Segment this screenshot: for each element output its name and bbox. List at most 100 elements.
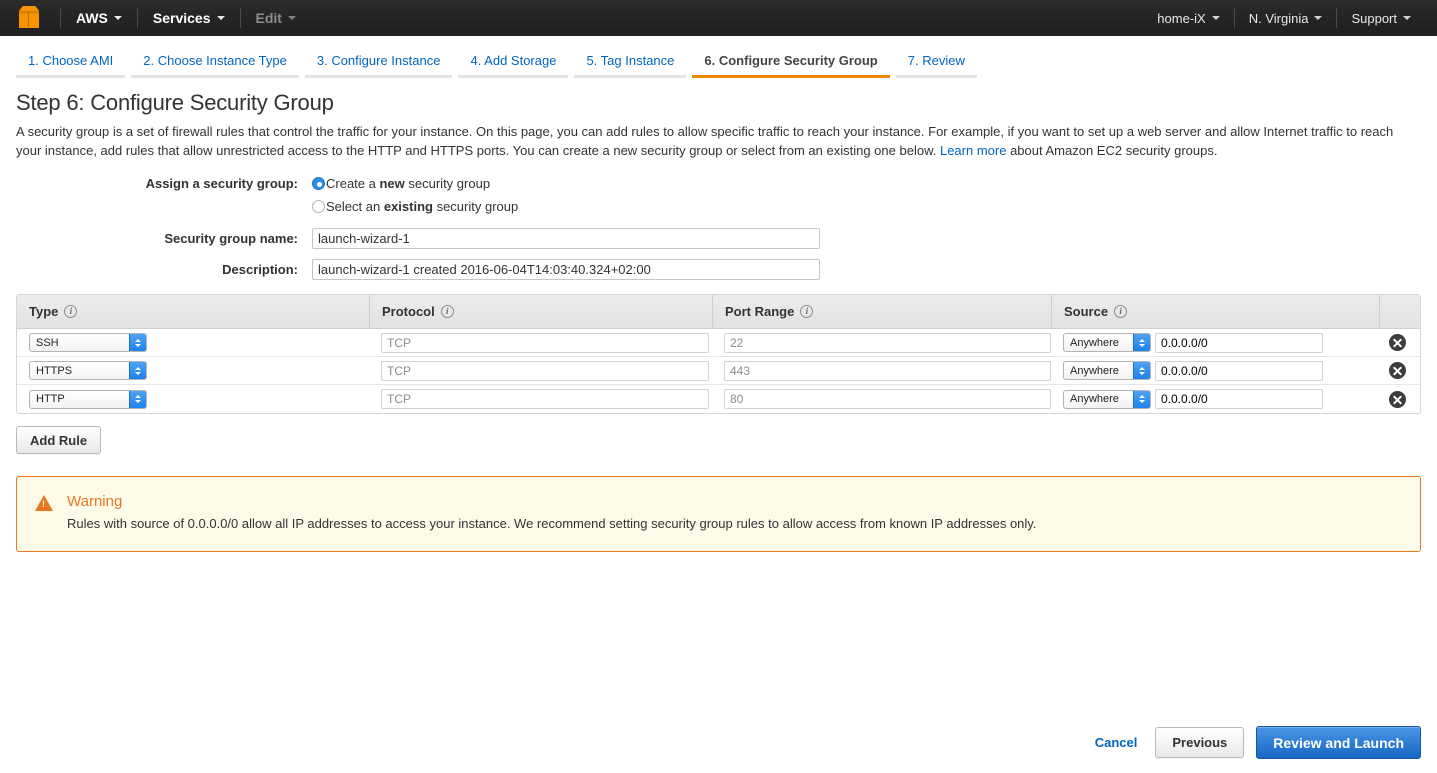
nav-divider bbox=[60, 8, 61, 28]
rule-type-select-value: HTTP bbox=[36, 393, 65, 405]
add-rule-button[interactable]: Add Rule bbox=[16, 426, 102, 454]
nav-right-group: home-iX N. Virginia Support bbox=[1145, 0, 1423, 36]
previous-button[interactable]: Previous bbox=[1155, 727, 1245, 758]
radio-create-new-input[interactable] bbox=[312, 177, 325, 190]
security-group-name-input[interactable] bbox=[312, 228, 820, 249]
rule-type-select-value: SSH bbox=[36, 336, 59, 349]
tab-choose-ami[interactable]: 1. Choose AMI bbox=[16, 49, 126, 78]
nav-menu-edit[interactable]: Edit bbox=[243, 0, 309, 36]
tab-choose-instance-type[interactable]: 2. Choose Instance Type bbox=[131, 49, 299, 78]
wizard-step-tabs: 1. Choose AMI 2. Choose Instance Type 3.… bbox=[0, 36, 1437, 78]
rule-cidr-input[interactable] bbox=[1155, 389, 1323, 409]
rule-source-cell: Anywhere bbox=[1051, 332, 1379, 353]
rule-cidr-input[interactable] bbox=[1155, 332, 1323, 353]
radio-option-create-new[interactable]: Create a new security group bbox=[312, 176, 490, 191]
info-icon[interactable]: i bbox=[1114, 305, 1128, 318]
warning-title: Warning bbox=[67, 493, 123, 510]
delete-rule-icon[interactable] bbox=[1389, 334, 1406, 351]
rule-cidr-input[interactable] bbox=[1155, 360, 1323, 381]
rule-protocol-input bbox=[381, 332, 709, 353]
radio-option-select-existing[interactable]: Select an existing security group bbox=[312, 199, 518, 214]
rule-port-cell bbox=[712, 389, 1051, 409]
rule-delete-cell bbox=[1379, 329, 1420, 357]
select-stepper-icon bbox=[1133, 334, 1150, 351]
cancel-button[interactable]: Cancel bbox=[1089, 731, 1144, 754]
rule-delete-cell bbox=[1379, 357, 1420, 385]
select-stepper-icon bbox=[129, 390, 146, 408]
rule-port-input bbox=[724, 389, 1051, 409]
rule-type-select[interactable]: HTTP bbox=[29, 389, 147, 409]
learn-more-link[interactable]: Learn more bbox=[940, 143, 1006, 158]
security-group-rules-table: Type i Protocol i Port Range i Source i … bbox=[16, 294, 1421, 414]
existing-security-group-row: Select an existing security group bbox=[16, 199, 1421, 214]
tab-review[interactable]: 7. Review bbox=[895, 49, 977, 78]
aws-cube-logo[interactable] bbox=[0, 6, 58, 30]
nav-region-menu[interactable]: N. Virginia bbox=[1237, 0, 1335, 36]
rules-table-header: Type i Protocol i Port Range i Source i bbox=[17, 295, 1420, 329]
rule-source-select-value: Anywhere bbox=[1070, 336, 1119, 349]
page-intro-text: A security group is a set of firewall ru… bbox=[16, 122, 1421, 160]
rule-source-select[interactable]: Anywhere bbox=[1063, 389, 1151, 409]
column-header-source-label: Source bbox=[1064, 304, 1109, 319]
tab-add-storage[interactable]: 4. Add Storage bbox=[458, 49, 569, 78]
rule-source-cell: Anywhere bbox=[1051, 360, 1379, 381]
rule-type-select-value: HTTPS bbox=[36, 364, 73, 377]
rule-type-select[interactable]: HTTPS bbox=[29, 361, 147, 380]
radio-select-existing-label: Select an existing security group bbox=[326, 199, 519, 214]
warning-triangle-icon bbox=[35, 495, 53, 511]
warning-body-text: Rules with source of 0.0.0.0/0 allow all… bbox=[67, 516, 1037, 531]
nav-divider bbox=[1233, 8, 1235, 28]
rule-protocol-input bbox=[381, 389, 709, 409]
radio-select-existing-input[interactable] bbox=[312, 200, 325, 213]
select-stepper-icon bbox=[129, 362, 146, 379]
chevron-down-icon bbox=[1314, 16, 1323, 20]
rule-source-select[interactable]: Anywhere bbox=[1063, 333, 1151, 352]
rule-port-input bbox=[724, 360, 1051, 381]
info-icon[interactable]: i bbox=[440, 305, 454, 318]
tab-configure-security-group[interactable]: 6. Configure Security Group bbox=[692, 49, 890, 78]
page-content: Step 6: Configure Security Group A secur… bbox=[0, 90, 1437, 552]
info-icon[interactable]: i bbox=[64, 305, 78, 318]
nav-support-menu[interactable]: Support bbox=[1339, 0, 1423, 36]
intro-text-part2: about Amazon EC2 security groups. bbox=[1006, 143, 1218, 158]
delete-rule-icon[interactable] bbox=[1389, 390, 1406, 408]
nav-divider bbox=[1336, 8, 1338, 28]
rule-protocol-cell bbox=[369, 332, 712, 353]
assign-security-group-label: Assign a security group: bbox=[145, 176, 298, 191]
delete-rule-icon[interactable] bbox=[1389, 362, 1406, 379]
rule-protocol-cell bbox=[369, 360, 712, 381]
nav-support-label: Support bbox=[1351, 10, 1397, 26]
page-title: Step 6: Configure Security Group bbox=[16, 90, 334, 115]
chevron-down-icon bbox=[216, 16, 225, 20]
review-and-launch-button[interactable]: Review and Launch bbox=[1256, 726, 1421, 759]
description-row: Description: bbox=[16, 259, 1421, 280]
column-header-source: Source i bbox=[1051, 295, 1379, 329]
top-navigation-bar: AWS Services Edit home-iX N. Virginia Su… bbox=[0, 0, 1437, 36]
chevron-down-icon bbox=[113, 16, 122, 20]
table-row: HTTP Anywhere bbox=[17, 385, 1420, 413]
rule-port-cell bbox=[712, 332, 1051, 353]
nav-menu-services[interactable]: Services bbox=[140, 0, 238, 36]
column-header-port-range-label: Port Range bbox=[725, 304, 795, 319]
wizard-footer-actions: Cancel Previous Review and Launch bbox=[1089, 726, 1421, 759]
warning-content: Warning Rules with source of 0.0.0.0/0 a… bbox=[67, 493, 1036, 533]
tab-configure-instance[interactable]: 3. Configure Instance bbox=[304, 49, 453, 78]
nav-menu-aws[interactable]: AWS bbox=[63, 0, 135, 36]
rule-type-select[interactable]: SSH bbox=[29, 333, 147, 352]
rule-source-select[interactable]: Anywhere bbox=[1063, 361, 1151, 380]
description-input[interactable] bbox=[312, 259, 820, 280]
rule-type-cell: SSH bbox=[17, 333, 369, 352]
nav-region-label: N. Virginia bbox=[1248, 10, 1309, 26]
tab-tag-instance[interactable]: 5. Tag Instance bbox=[574, 49, 687, 78]
rule-source-select-value: Anywhere bbox=[1070, 393, 1119, 405]
rule-type-cell: HTTP bbox=[17, 389, 369, 409]
info-icon[interactable]: i bbox=[800, 305, 814, 318]
assign-security-group-row: Assign a security group: Create a new se… bbox=[16, 176, 1421, 191]
radio-create-new-label: Create a new security group bbox=[326, 176, 491, 191]
security-group-name-row: Security group name: bbox=[16, 228, 1421, 249]
rule-source-cell: Anywhere bbox=[1051, 389, 1379, 409]
chevron-down-icon bbox=[1403, 16, 1411, 20]
nav-account-menu[interactable]: home-iX bbox=[1145, 0, 1231, 36]
table-row: HTTPS Anywhere bbox=[17, 357, 1420, 385]
nav-account-label: home-iX bbox=[1157, 10, 1206, 26]
